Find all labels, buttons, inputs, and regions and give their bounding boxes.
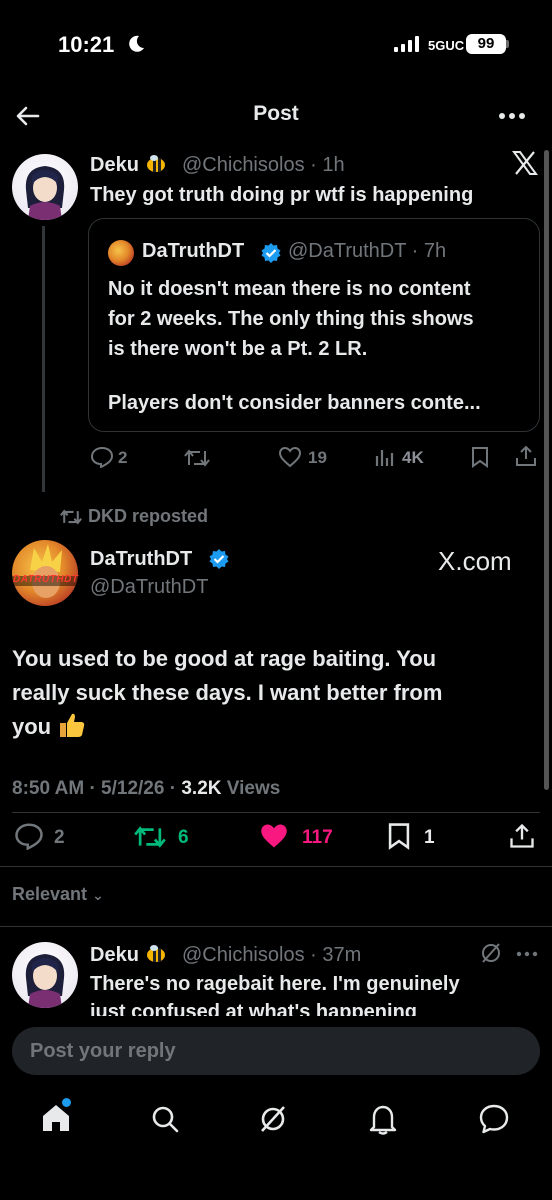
main-tweet-text: You used to be good at rage baiting. You… bbox=[12, 642, 442, 744]
bee-emoji bbox=[144, 944, 168, 964]
like-icon[interactable] bbox=[258, 822, 290, 850]
tweet-timestamp: 8:50 AM bbox=[12, 778, 85, 799]
main-reply-count: 2 bbox=[54, 827, 65, 848]
reply-placeholder: Post your reply bbox=[30, 1040, 176, 1062]
bee-emoji bbox=[144, 154, 168, 174]
reply-icon[interactable] bbox=[14, 822, 44, 850]
repost-icon[interactable] bbox=[184, 448, 210, 468]
reply-author-name[interactable]: Deku bbox=[90, 944, 168, 967]
reply-handle[interactable]: @Chichisolos · 37m bbox=[182, 944, 361, 967]
repost-icon[interactable] bbox=[134, 824, 166, 850]
page-title: Post bbox=[253, 102, 299, 125]
x-logo-icon bbox=[512, 151, 538, 175]
network-label: 5GUC bbox=[428, 38, 465, 53]
main-text-line-3: you bbox=[12, 714, 52, 739]
notification-dot bbox=[62, 1098, 71, 1107]
notifications-icon[interactable] bbox=[368, 1103, 398, 1135]
sort-dropdown[interactable]: Relevant ⌄ bbox=[12, 884, 104, 905]
quote-line-1: No it doesn't mean there is no content bbox=[108, 278, 471, 300]
quote-line-2: for 2 weeks. The only thing this shows bbox=[108, 308, 474, 330]
thread-line bbox=[42, 226, 45, 492]
main-avatar[interactable] bbox=[12, 540, 78, 606]
search-icon[interactable] bbox=[150, 1104, 180, 1134]
views-count: 4K bbox=[402, 448, 424, 467]
more-icon[interactable] bbox=[498, 112, 526, 120]
battery-indicator: 99 bbox=[466, 34, 506, 54]
tweet-views-label: Views bbox=[226, 778, 281, 799]
like-count: 19 bbox=[308, 448, 327, 467]
author-name[interactable]: Deku bbox=[90, 154, 168, 177]
bookmark-icon[interactable] bbox=[386, 822, 412, 850]
chevron-down-icon: ⌄ bbox=[92, 887, 104, 903]
sort-label: Relevant bbox=[12, 884, 88, 904]
reply-name-text: Deku bbox=[90, 944, 139, 966]
status-time: 10:21 bbox=[58, 32, 115, 57]
reply-line-1: There's no ragebait here. I'm genuinely bbox=[90, 973, 460, 995]
reply-handle-text: @Chichisolos bbox=[182, 944, 305, 966]
reply-count: 2 bbox=[118, 448, 128, 467]
main-repost-count: 6 bbox=[178, 827, 189, 848]
divider bbox=[0, 926, 552, 927]
share-icon[interactable] bbox=[508, 822, 536, 850]
verified-icon bbox=[261, 243, 281, 263]
messages-icon[interactable] bbox=[478, 1103, 510, 1135]
tweet-date: 5/12/26 bbox=[101, 778, 165, 799]
tweet-time: · 1h bbox=[310, 154, 345, 176]
moon-icon bbox=[129, 35, 144, 52]
main-author-handle[interactable]: @DaTruthDT bbox=[90, 576, 208, 599]
grok-icon[interactable] bbox=[258, 1104, 288, 1134]
bookmark-icon[interactable] bbox=[470, 446, 490, 468]
author-handle[interactable]: @Chichisolos · 1h bbox=[182, 154, 345, 177]
scrollbar[interactable] bbox=[544, 150, 549, 790]
avatar[interactable] bbox=[12, 154, 78, 220]
main-bookmark-count: 1 bbox=[424, 827, 435, 848]
author-name-text: Deku bbox=[90, 154, 139, 176]
reply-time: · 37m bbox=[310, 944, 362, 966]
quote-line-3: is there won't be a Pt. 2 LR. bbox=[108, 338, 368, 360]
quote-text: No it doesn't mean there is no content f… bbox=[108, 274, 528, 418]
tweet-views-count: 3.2K bbox=[181, 778, 222, 799]
quote-author-name: DaTruthDT bbox=[142, 240, 245, 262]
views-icon[interactable] bbox=[374, 446, 396, 468]
quote-handle-text: @DaTruthDT bbox=[288, 240, 407, 262]
main-like-count: 117 bbox=[302, 827, 333, 848]
signal-icon bbox=[394, 36, 419, 52]
repost-label[interactable]: DKD reposted bbox=[88, 506, 208, 527]
verified-icon bbox=[209, 549, 229, 569]
main-text-line-2: really suck these days. I want better fr… bbox=[12, 680, 443, 705]
main-text-line-1: You used to be good at rage baiting. You bbox=[12, 646, 437, 671]
reply-icon[interactable] bbox=[90, 446, 114, 468]
thumbs-up-emoji bbox=[57, 711, 87, 739]
repost-label-icon bbox=[60, 509, 82, 525]
divider bbox=[12, 812, 540, 813]
main-author-name[interactable]: DaTruthDT bbox=[90, 548, 192, 571]
reply-line-2: just confused at what's happening bbox=[90, 1001, 418, 1016]
share-icon[interactable] bbox=[514, 444, 538, 468]
quote-time: · 7h bbox=[411, 240, 447, 262]
battery-tip bbox=[506, 40, 509, 48]
handle-text: @Chichisolos bbox=[182, 154, 305, 176]
divider bbox=[0, 866, 552, 867]
grok-icon[interactable] bbox=[480, 942, 502, 964]
reply-text: There's no ragebait here. I'm genuinely … bbox=[90, 970, 530, 1016]
avatar-overlay-text: DATRUTHDT bbox=[13, 574, 79, 585]
reply-avatar[interactable] bbox=[12, 942, 78, 1008]
tweet-text: They got truth doing pr wtf is happening bbox=[90, 184, 474, 206]
more-icon[interactable] bbox=[516, 951, 538, 957]
quote-avatar bbox=[108, 240, 134, 266]
quote-handle: @DaTruthDT · 7h bbox=[288, 240, 446, 263]
watermark: X.com bbox=[438, 546, 512, 576]
like-icon[interactable] bbox=[278, 446, 302, 468]
tweet-meta: 8:50 AM · 5/12/26 · 3.2K Views bbox=[12, 778, 281, 799]
quote-line-4: Players don't consider banners conte... bbox=[108, 392, 481, 414]
